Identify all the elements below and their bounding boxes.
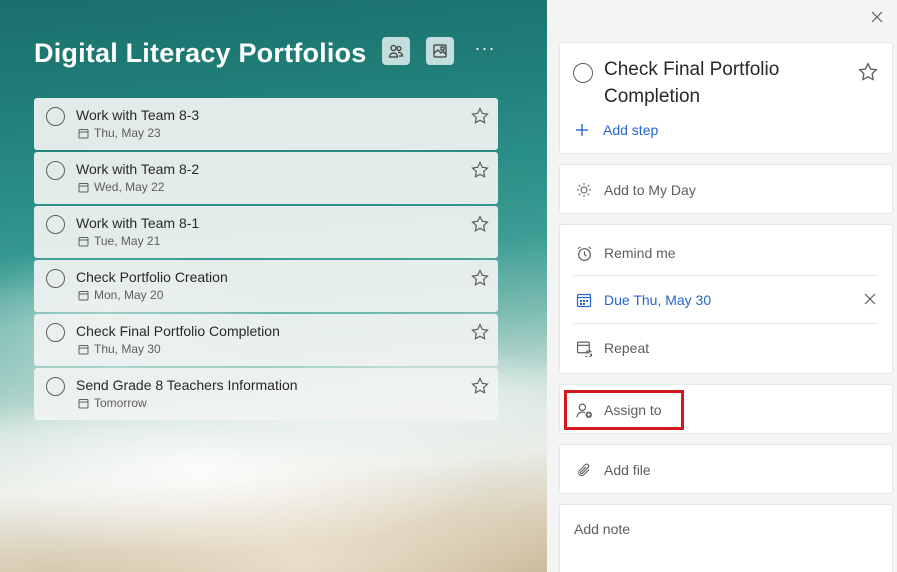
highlight-box [564,390,684,430]
task-title-card: Check Final Portfolio Completion Add ste… [559,42,893,154]
repeat-label: Repeat [604,340,650,356]
task-title: Work with Team 8-3 [76,107,200,123]
task-title: Check Final Portfolio Completion [76,323,280,339]
importance-star-button[interactable] [471,323,489,346]
task-title: Send Grade 8 Teachers Information [76,377,298,393]
task-title: Work with Team 8-2 [76,161,200,177]
calendar-icon [78,182,89,192]
close-icon [871,11,883,23]
task-due-date: Wed, May 22 [94,180,165,194]
file-card: Add file [559,444,893,494]
add-step-label: Add step [603,122,659,138]
close-icon [864,293,876,305]
add-file-label: Add file [604,462,651,478]
task-item[interactable]: Send Grade 8 Teachers Information Tomorr… [34,368,498,420]
add-file-button[interactable]: Add file [560,445,892,495]
add-to-my-day-label: Add to My Day [604,182,696,198]
complete-task-checkbox[interactable] [46,107,65,126]
remove-due-date-button[interactable] [864,292,876,308]
task-title: Check Portfolio Creation [76,269,228,285]
task-due-date: Thu, May 30 [94,342,161,356]
complete-task-checkbox[interactable] [46,215,65,234]
due-date-button[interactable]: Due Thu, May 30 [560,276,892,324]
complete-task-checkbox[interactable] [46,377,65,396]
due-date-label: Due Thu, May 30 [604,292,712,308]
complete-task-checkbox[interactable] [46,161,65,180]
task-due-date: Mon, May 20 [94,288,164,302]
task-list: Work with Team 8-3 Thu, May 23 Work with… [34,98,498,422]
background-image-icon [433,44,447,58]
sun-icon [575,181,593,199]
task-item[interactable]: Work with Team 8-1 Tue, May 21 [34,206,498,258]
calendar-icon [78,236,89,246]
calendar-icon [78,398,89,408]
change-background-button[interactable] [426,37,454,65]
star-icon [471,377,489,394]
plus-icon [576,124,588,136]
task-due-date: Tomorrow [94,396,147,410]
importance-star-button[interactable] [471,107,489,130]
complete-task-checkbox[interactable] [573,63,593,83]
calendar-icon [78,344,89,354]
task-item[interactable]: Check Portfolio Creation Mon, May 20 [34,260,498,312]
more-options-button[interactable]: ··· [471,36,499,64]
star-icon [471,215,489,232]
share-list-button[interactable] [382,37,410,65]
add-note-input[interactable]: Add note [574,521,630,537]
paperclip-icon [575,461,593,479]
remind-me-label: Remind me [604,245,676,261]
importance-star-button[interactable] [858,62,878,87]
repeat-calendar-icon [575,339,593,357]
importance-star-button[interactable] [471,377,489,400]
importance-star-button[interactable] [471,215,489,238]
importance-star-button[interactable] [471,269,489,292]
remind-me-button[interactable]: Remind me [560,229,892,277]
calendar-due-icon [575,291,593,309]
more-options-icon: ··· [474,38,496,58]
people-share-icon [388,44,404,58]
my-day-card: Add to My Day [559,164,893,214]
dates-card: Remind me Due Thu, May 30 Repeat [559,224,893,374]
list-title[interactable]: Digital Literacy Portfolios [34,38,366,69]
importance-star-button[interactable] [471,161,489,184]
alarm-clock-icon [575,244,593,262]
task-detail-pane: Check Final Portfolio Completion Add ste… [547,0,897,572]
calendar-icon [78,290,89,300]
star-icon [858,62,878,81]
star-icon [471,269,489,286]
complete-task-checkbox[interactable] [46,269,65,288]
calendar-icon [78,128,89,138]
task-due-date: Tue, May 21 [94,234,161,248]
add-step-button[interactable]: Add step [575,122,658,138]
star-icon [471,161,489,178]
detail-task-title[interactable]: Check Final Portfolio Completion [604,56,844,110]
task-item[interactable]: Work with Team 8-3 Thu, May 23 [34,98,498,150]
star-icon [471,323,489,340]
task-item[interactable]: Work with Team 8-2 Wed, May 22 [34,152,498,204]
repeat-button[interactable]: Repeat [560,324,892,372]
complete-task-checkbox[interactable] [46,323,65,342]
list-view: Digital Literacy Portfolios ··· Work wit… [0,0,547,572]
star-icon [471,107,489,124]
task-due-date: Thu, May 23 [94,126,161,140]
close-detail-button[interactable] [871,10,883,28]
task-item-selected[interactable]: Check Final Portfolio Completion Thu, Ma… [34,314,498,366]
task-title: Work with Team 8-1 [76,215,200,231]
add-to-my-day-button[interactable]: Add to My Day [560,165,892,215]
note-card: Add note [559,504,893,572]
